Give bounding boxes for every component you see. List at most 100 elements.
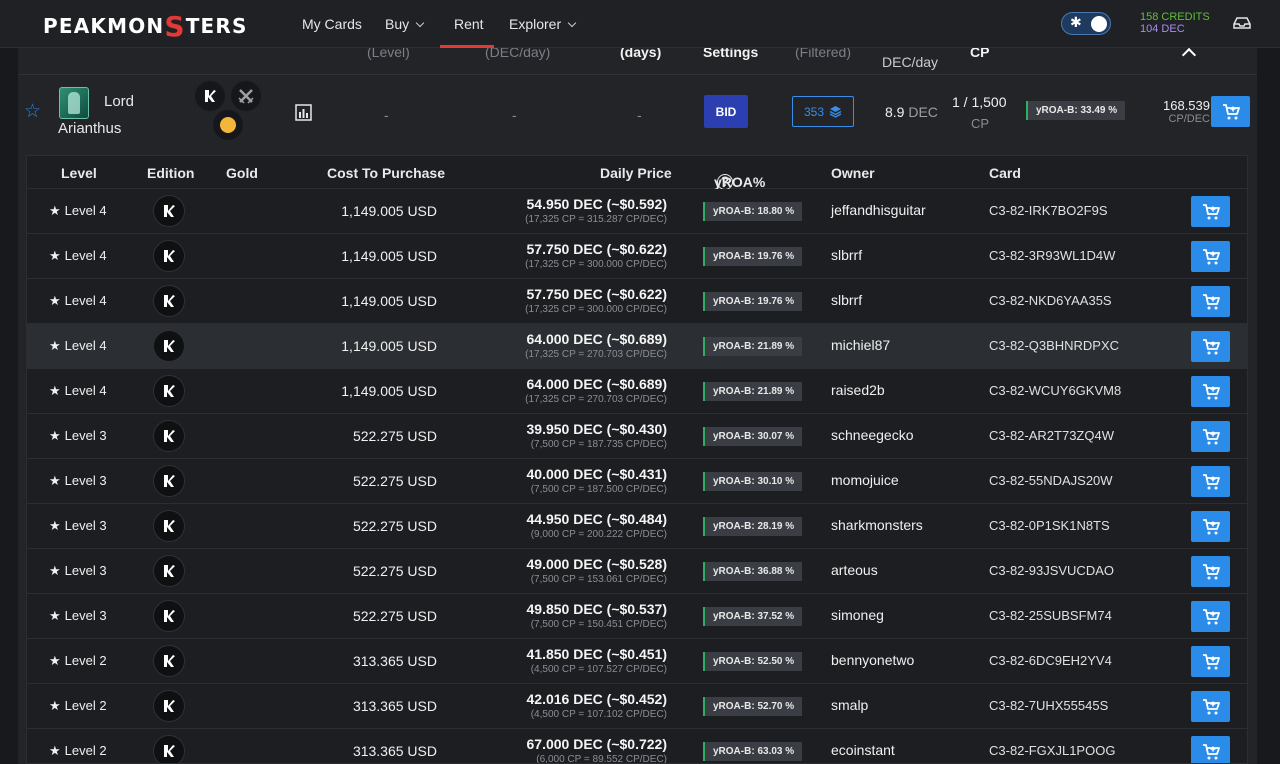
col-cost[interactable]: Cost To Purchase <box>327 165 445 181</box>
cp-unit: CP <box>971 116 990 131</box>
row-buy-button[interactable] <box>1191 331 1230 362</box>
bid-button[interactable]: BID <box>704 95 748 128</box>
card-image[interactable] <box>59 87 89 119</box>
table-row[interactable]: ★ Level 4 1,149.005 USD 57.750 DEC (~$0.6… <box>27 234 1247 279</box>
col-edition[interactable]: Edition <box>147 165 194 181</box>
chaos-legion-edition-icon <box>153 285 185 317</box>
row-cost: 313.365 USD <box>352 653 437 669</box>
table-row[interactable]: ★ Level 3 522.275 USD 39.950 DEC (~$0.430… <box>27 414 1247 459</box>
toggle-knob <box>1091 16 1107 32</box>
table-row[interactable]: ★ Level 2 313.365 USD 41.850 DEC (~$0.451… <box>27 639 1247 684</box>
row-owner[interactable]: slbrrf <box>831 292 862 308</box>
row-owner[interactable]: raised2b <box>831 382 885 398</box>
row-card-id[interactable]: C3-82-FGXJL1POOG <box>989 743 1115 758</box>
table-row[interactable]: ★ Level 3 522.275 USD 44.950 DEC (~$0.484… <box>27 504 1247 549</box>
row-buy-button[interactable] <box>1191 601 1230 632</box>
edition-icon <box>195 81 225 111</box>
nav-explorer[interactable]: Explorer <box>509 16 577 32</box>
row-price-detail: (17,325 CP = 315.287 CP/DEC) <box>525 214 667 225</box>
gold-foil-icon <box>213 110 243 140</box>
filtered-count: 353 <box>803 104 825 119</box>
chart-icon[interactable] <box>295 104 312 121</box>
row-daily-price: 67.000 DEC (~$0.722) <box>526 736 667 752</box>
buy-cart-button[interactable] <box>1211 96 1250 127</box>
row-owner[interactable]: arteous <box>831 562 878 578</box>
star-icon: ★ <box>49 474 61 489</box>
row-owner[interactable]: jeffandhisguitar <box>831 202 926 218</box>
row-buy-button[interactable] <box>1191 466 1230 497</box>
row-buy-button[interactable] <box>1191 241 1230 272</box>
row-buy-button[interactable] <box>1191 421 1230 452</box>
table-row[interactable]: ★ Level 4 1,149.005 USD 64.000 DEC (~$0.6… <box>27 369 1247 414</box>
row-card-id[interactable]: C3-82-NKD6YAA35S <box>989 293 1112 308</box>
col-daily-price[interactable]: Daily Price <box>600 165 672 181</box>
help-icon[interactable]: ? <box>717 174 733 190</box>
row-card-id[interactable]: C3-82-IRK7BO2F9S <box>989 203 1108 218</box>
peakmonsters-logo[interactable]: PEAKMONSTERS <box>43 13 248 41</box>
star-icon: ★ <box>49 249 61 264</box>
table-row[interactable]: ★ Level 4 1,149.005 USD 54.950 DEC (~$0.5… <box>27 189 1247 234</box>
row-daily-price: 44.950 DEC (~$0.484) <box>526 511 667 527</box>
col-card[interactable]: Card <box>989 165 1021 181</box>
card-name[interactable]: Lord <box>104 93 134 110</box>
row-daily-price: 64.000 DEC (~$0.689) <box>526 376 667 392</box>
row-cost: 1,149.005 USD <box>341 293 437 309</box>
col-owner[interactable]: Owner <box>831 165 875 181</box>
row-owner[interactable]: sharkmonsters <box>831 517 923 533</box>
row-buy-button[interactable] <box>1191 376 1230 407</box>
table-row[interactable]: ★ Level 3 522.275 USD 40.000 DEC (~$0.431… <box>27 459 1247 504</box>
row-buy-button[interactable] <box>1191 691 1230 722</box>
row-owner[interactable]: bennyonetwo <box>831 652 914 668</box>
col-level[interactable]: Level <box>61 165 97 181</box>
row-owner[interactable]: smalp <box>831 697 868 713</box>
col-gold[interactable]: Gold <box>226 165 258 181</box>
nav-active-indicator <box>440 45 494 48</box>
row-buy-button[interactable] <box>1191 556 1230 587</box>
table-row[interactable]: ★ Level 2 313.365 USD 42.016 DEC (~$0.452… <box>27 684 1247 729</box>
row-card-id[interactable]: C3-82-Q3BHNRDPXC <box>989 338 1119 353</box>
row-owner[interactable]: simoneg <box>831 607 884 623</box>
card-name-line2[interactable]: Arianthus <box>58 120 121 137</box>
star-icon: ★ <box>49 384 61 399</box>
nav-buy[interactable]: Buy <box>385 16 425 32</box>
row-card-id[interactable]: C3-82-25SUBSFM74 <box>989 608 1112 623</box>
row-card-id[interactable]: C3-82-AR2T73ZQ4W <box>989 428 1114 443</box>
row-daily-price: 57.750 DEC (~$0.622) <box>526 241 667 257</box>
row-card-id[interactable]: C3-82-93JSVUCDAO <box>989 563 1114 578</box>
row-card-id[interactable]: C3-82-55NDAJS20W <box>989 473 1113 488</box>
row-buy-button[interactable] <box>1191 511 1230 542</box>
row-buy-button[interactable] <box>1191 286 1230 317</box>
row-owner[interactable]: ecoinstant <box>831 742 895 758</box>
filtered-listings-button[interactable]: 353 <box>792 96 854 127</box>
row-owner[interactable]: michiel87 <box>831 337 890 353</box>
row-card-id[interactable]: C3-82-7UHX55545S <box>989 698 1108 713</box>
nav-rent[interactable]: Rent <box>454 16 484 32</box>
cp-per-dec-value: 168.539 <box>1163 98 1210 113</box>
cart-icon <box>1202 248 1220 264</box>
table-row[interactable]: ★ Level 3 522.275 USD 49.850 DEC (~$0.537… <box>27 594 1247 639</box>
row-buy-button[interactable] <box>1191 646 1230 677</box>
inbox-icon[interactable] <box>1233 17 1251 29</box>
row-buy-button[interactable] <box>1191 196 1230 227</box>
table-row[interactable]: ★ Level 3 522.275 USD 49.000 DEC (~$0.528… <box>27 549 1247 594</box>
row-yroa-badge: yROA-B: 21.89 % <box>703 337 803 356</box>
row-card-id[interactable]: C3-82-0P1SK1N8TS <box>989 518 1110 533</box>
nav-my-cards[interactable]: My Cards <box>302 16 362 32</box>
row-card-id[interactable]: C3-82-3R93WL1D4W <box>989 248 1115 263</box>
cart-icon <box>1202 293 1220 309</box>
cart-icon <box>1202 563 1220 579</box>
table-row[interactable]: ★ Level 4 1,149.005 USD 57.750 DEC (~$0.6… <box>27 279 1247 324</box>
favorite-star-icon[interactable]: ☆ <box>24 100 41 122</box>
theme-toggle[interactable]: ✱ <box>1061 12 1111 35</box>
swords-icon <box>231 81 261 111</box>
row-owner[interactable]: slbrrf <box>831 247 862 263</box>
row-card-id[interactable]: C3-82-6DC9EH2YV4 <box>989 653 1112 668</box>
table-row[interactable]: ★ Level 4 1,149.005 USD 64.000 DEC (~$0.6… <box>27 324 1247 369</box>
row-buy-button[interactable] <box>1191 736 1230 763</box>
row-card-id[interactable]: C3-82-WCUY6GKVM8 <box>989 383 1121 398</box>
chevron-up-icon[interactable] <box>1181 47 1197 63</box>
chaos-legion-edition-icon <box>153 420 185 452</box>
row-owner[interactable]: momojuice <box>831 472 899 488</box>
row-owner[interactable]: schneegecko <box>831 427 914 443</box>
table-row[interactable]: ★ Level 2 313.365 USD 67.000 DEC (~$0.722… <box>27 729 1247 763</box>
